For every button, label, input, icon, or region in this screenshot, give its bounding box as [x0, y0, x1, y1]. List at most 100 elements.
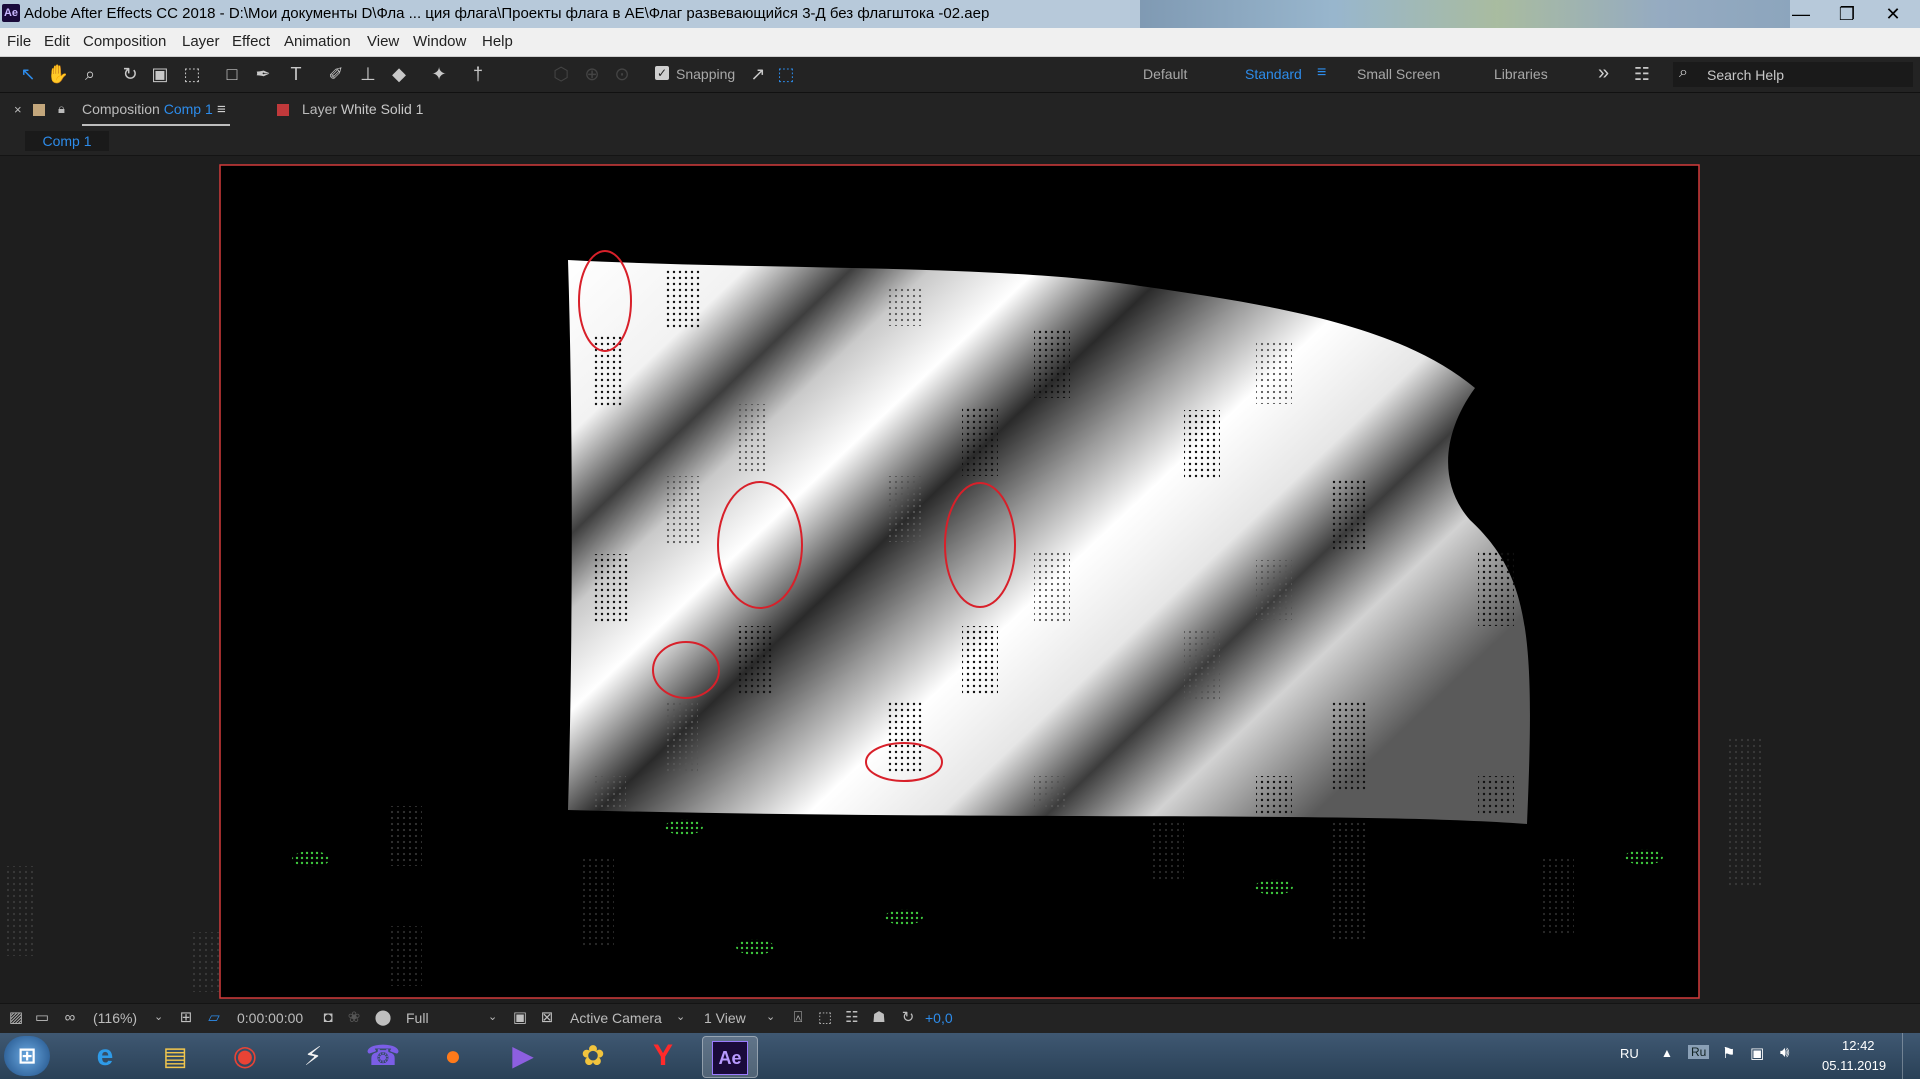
- chevron-down-icon[interactable]: ⌄: [766, 1010, 775, 1023]
- safe-margins-icon[interactable]: ⊞: [176, 1008, 196, 1028]
- viewer-canvas[interactable]: [0, 156, 1920, 1004]
- show-desktop-button[interactable]: [1902, 1033, 1920, 1079]
- always-preview-icon[interactable]: ▨: [6, 1008, 26, 1028]
- world-axis-icon[interactable]: ⊕: [580, 62, 604, 86]
- minimize-button[interactable]: —: [1778, 0, 1824, 28]
- hand-tool-icon[interactable]: ✋: [46, 62, 70, 86]
- puppet-pin-tool-icon[interactable]: †: [466, 62, 490, 86]
- pan-behind-tool-icon[interactable]: ⬚: [180, 62, 204, 86]
- brush-tool-icon[interactable]: ✐: [324, 62, 348, 86]
- menu-composition[interactable]: Composition: [83, 33, 166, 50]
- selection-tool-icon[interactable]: ↖: [16, 62, 40, 86]
- menu-layer[interactable]: Layer: [182, 33, 220, 50]
- workspace-default[interactable]: Default: [1143, 66, 1187, 82]
- roto-brush-tool-icon[interactable]: ✦: [427, 62, 451, 86]
- snapping-label: Snapping: [676, 66, 736, 82]
- monitor-icon[interactable]: ▭: [32, 1008, 52, 1028]
- local-axis-icon[interactable]: ⬡: [549, 62, 573, 86]
- edit-workspace-icon[interactable]: ☷: [1630, 62, 1654, 86]
- snap-edges-icon[interactable]: ↗: [746, 62, 770, 86]
- lock-icon[interactable]: 🔒︎: [58, 101, 65, 117]
- mask-visibility-icon[interactable]: ▱: [204, 1008, 224, 1028]
- clone-stamp-tool-icon[interactable]: ⊥: [356, 62, 380, 86]
- more-workspaces-icon[interactable]: »: [1598, 62, 1609, 85]
- chrome-icon[interactable]: ◉: [218, 1036, 272, 1076]
- paint-icon[interactable]: ✿: [566, 1036, 620, 1076]
- reset-exposure-icon[interactable]: ↻: [898, 1008, 918, 1028]
- fast-previews-icon[interactable]: ⬚: [815, 1008, 835, 1028]
- layer-panel-tab[interactable]: Layer White Solid 1: [302, 101, 423, 117]
- clock-date[interactable]: 05.11.2019: [1822, 1058, 1886, 1073]
- zoom-tool-icon[interactable]: ⌕: [78, 62, 102, 86]
- taskbar-after-effects[interactable]: Ae: [702, 1036, 758, 1078]
- toggle-pixel-aspect-icon[interactable]: ⍓: [788, 1008, 808, 1028]
- keyboard-layout-badge[interactable]: Ru: [1688, 1045, 1710, 1059]
- ae-app-icon: Ae: [2, 4, 20, 22]
- network-icon[interactable]: ▣: [1750, 1044, 1764, 1062]
- workspace-libraries[interactable]: Libraries: [1494, 66, 1548, 82]
- window-title-bar: Ae Adobe After Effects CC 2018 - D:\Мои …: [0, 0, 1920, 28]
- resolution-dropdown[interactable]: Full: [406, 1010, 429, 1026]
- type-tool-icon[interactable]: T: [284, 62, 308, 86]
- eraser-tool-icon[interactable]: ◆: [387, 62, 411, 86]
- transparency-grid-icon[interactable]: ⊠: [537, 1008, 557, 1028]
- show-snapshot-icon[interactable]: ❀: [344, 1008, 364, 1028]
- workspace-menu-icon[interactable]: ≡: [1317, 64, 1326, 82]
- ae-taskbar-icon: Ae: [712, 1041, 748, 1075]
- snapshot-camera-icon[interactable]: ◘: [318, 1008, 338, 1028]
- volume-icon[interactable]: 🔊︎: [1780, 1044, 1789, 1061]
- menu-animation[interactable]: Animation: [284, 33, 351, 50]
- menu-effect[interactable]: Effect: [232, 33, 270, 50]
- menu-view[interactable]: View: [367, 33, 399, 50]
- internet-explorer-icon[interactable]: e: [78, 1036, 132, 1076]
- timeline-icon[interactable]: ☷: [842, 1008, 862, 1028]
- menu-edit[interactable]: Edit: [44, 33, 70, 50]
- menu-file[interactable]: File: [7, 33, 31, 50]
- winamp-icon[interactable]: ⚡: [286, 1036, 340, 1076]
- search-icon: ⌕: [1679, 64, 1688, 81]
- camera-tool-icon[interactable]: ▣: [148, 62, 172, 86]
- pen-tool-icon[interactable]: ✒: [251, 62, 275, 86]
- menu-help[interactable]: Help: [482, 33, 513, 50]
- channels-rgb-icon[interactable]: ⬤: [373, 1008, 393, 1028]
- current-time[interactable]: 0:00:00:00: [237, 1010, 303, 1026]
- workspace-small-screen[interactable]: Small Screen: [1357, 66, 1440, 82]
- 3d-view-dropdown[interactable]: Active Camera: [570, 1010, 662, 1026]
- search-help-field[interactable]: ⌕ Search Help: [1673, 62, 1913, 87]
- flowchart-icon[interactable]: ☗: [869, 1008, 889, 1028]
- view-axis-icon[interactable]: ⊙: [610, 62, 634, 86]
- chevron-down-icon[interactable]: ⌄: [154, 1010, 163, 1023]
- exposure-value[interactable]: +0,0: [925, 1010, 953, 1026]
- start-button-icon[interactable]: ⊞: [4, 1036, 50, 1076]
- rotation-tool-icon[interactable]: ↻: [118, 62, 142, 86]
- region-of-interest-icon[interactable]: ▣: [510, 1008, 530, 1028]
- comp-navigator-chip[interactable]: Comp 1: [25, 131, 109, 151]
- close-window-button[interactable]: ✕: [1870, 0, 1916, 28]
- firefox-icon[interactable]: ●: [426, 1036, 480, 1076]
- viber-icon[interactable]: ☎: [356, 1036, 410, 1076]
- active-tab-underline: [82, 124, 230, 126]
- snapping-checkbox[interactable]: ✓: [655, 66, 669, 80]
- chevron-down-icon[interactable]: ⌄: [488, 1010, 497, 1023]
- menu-window[interactable]: Window: [413, 33, 466, 50]
- comp-label-swatch: [33, 104, 45, 116]
- composition-panel-tab[interactable]: Composition Comp 1: [82, 101, 213, 117]
- yandex-browser-icon[interactable]: Y: [636, 1036, 690, 1076]
- visual-studio-icon[interactable]: ▶: [496, 1036, 550, 1076]
- language-indicator[interactable]: RU: [1620, 1046, 1639, 1061]
- panel-menu-icon[interactable]: ≡: [217, 101, 226, 118]
- clock-time[interactable]: 12:42: [1842, 1038, 1875, 1053]
- vr-glasses-icon[interactable]: ∞: [60, 1008, 80, 1028]
- action-center-flag-icon[interactable]: ⚑: [1722, 1044, 1735, 1062]
- file-explorer-icon[interactable]: ▤: [148, 1036, 202, 1076]
- snap-features-icon[interactable]: ⬚: [774, 62, 798, 86]
- chevron-down-icon[interactable]: ⌄: [676, 1010, 685, 1023]
- magnification-dropdown[interactable]: (116%): [93, 1010, 137, 1026]
- view-layout-dropdown[interactable]: 1 View: [704, 1010, 746, 1026]
- rectangle-tool-icon[interactable]: □: [220, 62, 244, 86]
- workspace-standard[interactable]: Standard: [1245, 66, 1302, 82]
- show-hidden-icons[interactable]: ▲: [1661, 1046, 1673, 1060]
- close-panel-icon[interactable]: ×: [14, 102, 22, 117]
- restore-button[interactable]: ❐: [1824, 0, 1870, 28]
- desktop-background-strip: [1140, 0, 1790, 28]
